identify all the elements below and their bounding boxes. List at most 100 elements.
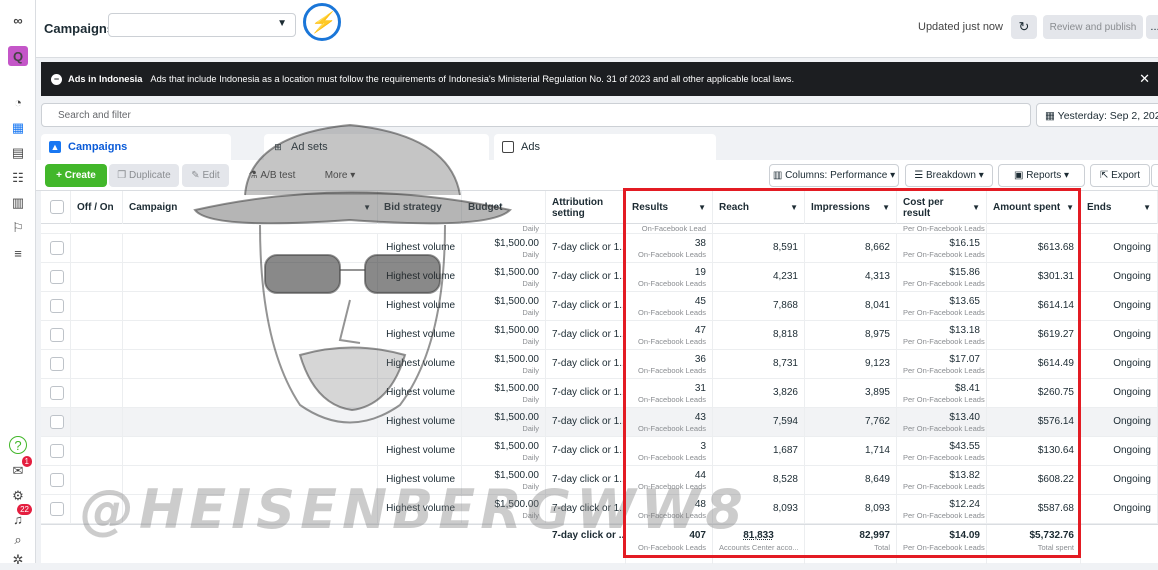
toggle-cell[interactable] [71, 321, 123, 350]
col-cost-per-result[interactable]: Cost per result ▼ [897, 191, 987, 224]
campaign-cell[interactable] [123, 379, 378, 408]
col-campaign[interactable]: Campaign ▼ [123, 191, 378, 224]
cpr-sub: Per On-Facebook Leads [903, 395, 985, 404]
help-icon[interactable]: ? [9, 436, 27, 454]
row-checkbox[interactable] [50, 299, 64, 313]
attribution-cell: 7-day click or 1... [546, 379, 626, 408]
columns-dropdown[interactable]: ▥ Columns: Performance ▾ [769, 164, 899, 187]
budget-value: $1,500.00 [494, 238, 540, 249]
export-icon: ⇱ [1099, 170, 1112, 181]
refresh-button[interactable]: ↻ [1011, 15, 1037, 39]
account-avatar[interactable]: Q [8, 46, 28, 66]
campaign-cell[interactable] [123, 234, 378, 263]
attribution-value: 7-day click or 1... [552, 242, 626, 253]
row-checkbox[interactable] [50, 357, 64, 371]
ab-test-label: A/B test [260, 170, 296, 181]
toggle-cell[interactable] [71, 408, 123, 437]
ab-test-button[interactable]: ⚗ A/B test [242, 164, 302, 187]
tab-ad-sets[interactable]: ⊞ Ad sets [264, 134, 489, 160]
toggle-cell[interactable] [71, 234, 123, 263]
row-checkbox[interactable] [50, 270, 64, 284]
duplicate-button[interactable]: ❐ Duplicate [109, 164, 179, 187]
table-row[interactable]: Highest volume $1,500.00 Daily 7-day click … [41, 379, 1158, 408]
row-checkbox[interactable] [50, 241, 64, 255]
campaign-selector[interactable]: ▼ [108, 13, 296, 37]
level-tabs: ▲ Campaigns ⊞ Ad sets Ads [41, 134, 1158, 160]
attribution-cell: 7-day click or 1... [546, 292, 626, 321]
table-row[interactable]: Highest volume $1,500.00 Daily 7-day click … [41, 321, 1158, 350]
meta-logo-icon[interactable]: ∞ [8, 10, 28, 30]
alerts-icon[interactable]: ♫ 22 [8, 504, 32, 529]
catalog-icon[interactable]: ▥ [8, 193, 28, 213]
col-ends[interactable]: Ends ▼ [1081, 191, 1158, 224]
table-row[interactable]: Highest volume $1,500.00 Daily 7-day click … [41, 350, 1158, 379]
col-amount-spent[interactable]: Amount spent ▼ [987, 191, 1081, 224]
cpr-sub: Per On-Facebook Leads [903, 453, 985, 462]
settings-icon[interactable]: ⚙ [8, 486, 28, 506]
ads-manager-icon[interactable]: ▦ [8, 118, 28, 138]
date-range-picker[interactable]: ▦ Yesterday: Sep 2, 2024 ▾ [1036, 103, 1158, 127]
table-row[interactable]: Highest volume $1,500.00 Daily 7-day click … [41, 408, 1158, 437]
row-checkbox[interactable] [50, 386, 64, 400]
row-checkbox[interactable] [50, 502, 64, 516]
search-icon[interactable]: ⌕ [8, 530, 28, 550]
reports-dropdown[interactable]: ▣ Reports ▾ [998, 164, 1085, 187]
create-button[interactable]: + Create [45, 164, 107, 187]
events-icon[interactable]: ⚐ [8, 218, 28, 238]
total-spent: $5,732.76 Total spent [987, 525, 1081, 564]
results-sub: On-Facebook Leads [638, 250, 706, 259]
table-row[interactable]: Highest volume $1,500.00 Daily 7-day click … [41, 234, 1158, 263]
export-label: Export [1111, 170, 1141, 181]
review-publish-button[interactable]: Review and publish [1043, 15, 1143, 39]
bug-icon[interactable]: ✲ [8, 550, 28, 570]
audiences-icon[interactable]: ☷ [8, 168, 28, 188]
search-filter-input[interactable]: Search and filter [41, 103, 1031, 127]
toggle-cell[interactable] [71, 437, 123, 466]
notice-title: Ads in Indonesia [68, 74, 143, 84]
campaign-cell[interactable] [123, 408, 378, 437]
col-attribution[interactable]: Attribution setting [546, 191, 626, 224]
pages-icon[interactable]: ▤ [8, 143, 28, 163]
toggle-cell[interactable] [71, 263, 123, 292]
table-row[interactable]: Highest volume $1,500.00 Daily 7-day click … [41, 263, 1158, 292]
campaign-cell[interactable] [123, 292, 378, 321]
campaign-cell[interactable] [123, 263, 378, 292]
notifications-icon[interactable]: ✉ 1 [8, 456, 32, 481]
col-budget[interactable]: Budget [462, 191, 546, 224]
row-select-cell [41, 466, 71, 495]
col-offon[interactable]: Off / On [71, 191, 123, 224]
col-bid-strategy[interactable]: Bid strategy [378, 191, 462, 224]
toggle-cell[interactable] [71, 350, 123, 379]
col-impressions[interactable]: Impressions ▼ [805, 191, 897, 224]
row-checkbox[interactable] [50, 328, 64, 342]
export-button[interactable]: ⇱ Export [1090, 164, 1150, 187]
export-dropdown[interactable]: ▾ [1151, 164, 1158, 187]
col-reach[interactable]: Reach ▼ [713, 191, 805, 224]
toggle-cell[interactable] [71, 292, 123, 321]
tab-campaigns[interactable]: ▲ Campaigns [41, 134, 231, 160]
edit-button[interactable]: ✎ Edit [182, 164, 229, 187]
dashboard-icon[interactable]: ◔ [8, 92, 28, 112]
campaign-cell[interactable] [123, 350, 378, 379]
budget-sub: Daily [522, 279, 539, 288]
menu-icon[interactable]: ≡ [8, 243, 28, 263]
cpr-value: $43.55 [949, 441, 980, 452]
table-row-partial[interactable]: Daily On-Facebook Lead Per On-Facebook L… [41, 224, 1158, 234]
toggle-cell[interactable] [71, 379, 123, 408]
row-checkbox[interactable] [50, 444, 64, 458]
select-all-checkbox[interactable] [50, 200, 64, 214]
table-row[interactable]: Highest volume $1,500.00 Daily 7-day click … [41, 437, 1158, 466]
breakdown-dropdown[interactable]: ☰ Breakdown ▾ [905, 164, 993, 187]
table-row[interactable]: Highest volume $1,500.00 Daily 7-day click … [41, 292, 1158, 321]
more-options-button[interactable]: ... [1146, 15, 1158, 39]
campaign-cell[interactable] [123, 437, 378, 466]
close-icon[interactable]: ✕ [1139, 71, 1150, 87]
tab-ads[interactable]: Ads [494, 134, 716, 160]
campaign-cell[interactable] [123, 321, 378, 350]
more-button[interactable]: More ▾ [314, 164, 366, 187]
row-checkbox[interactable] [50, 415, 64, 429]
page-title: Campaigns [44, 21, 115, 36]
row-checkbox[interactable] [50, 473, 64, 487]
attribution-cell: 7-day click or 1... [546, 263, 626, 292]
col-results[interactable]: Results ▼ [626, 191, 713, 224]
